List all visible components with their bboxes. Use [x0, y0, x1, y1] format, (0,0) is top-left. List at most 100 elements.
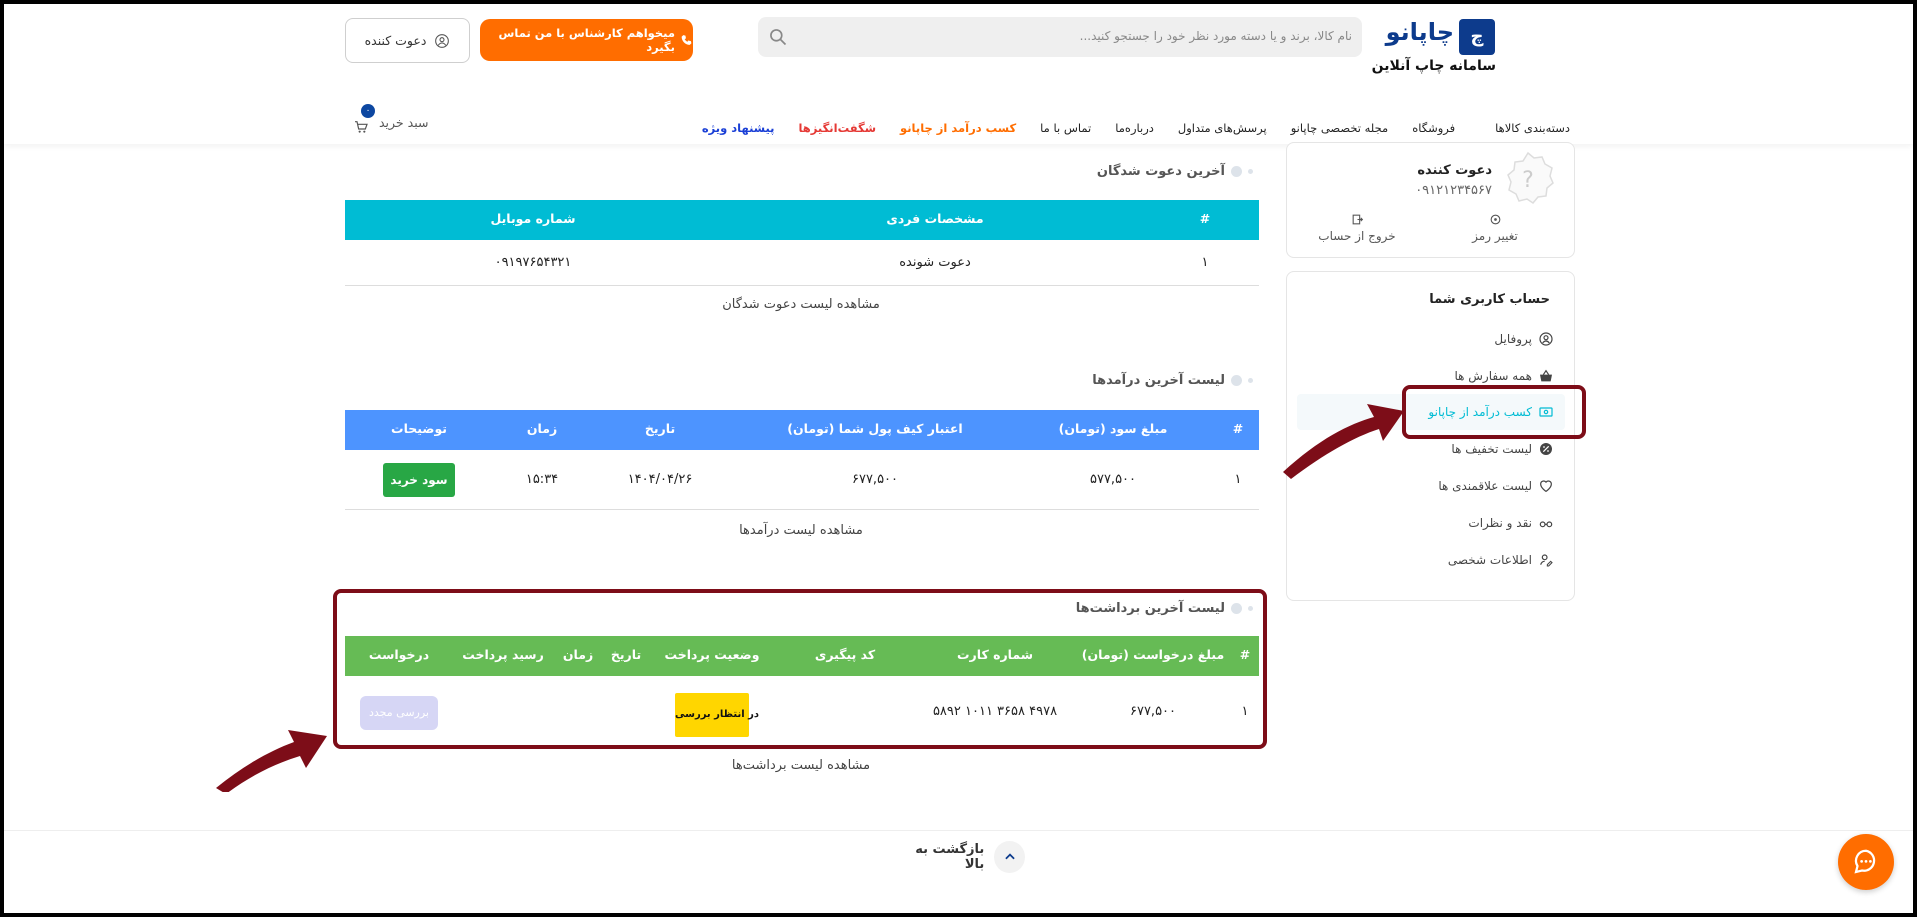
annotation-highlight-withdrawals [333, 589, 1267, 749]
call-me-button[interactable]: میخواهم کارشناس با من تماس بگیرد [480, 19, 693, 61]
back-to-top-button[interactable]: بازگشت به بالا [895, 840, 1025, 874]
section-dot [1248, 169, 1253, 174]
back-to-top-circle [994, 841, 1025, 873]
chevron-up-icon [1004, 853, 1015, 860]
svg-text:?: ? [1522, 168, 1534, 193]
profile-card: ? دعوت کننده ۰۹۱۲۱۲۳۴۵۶۷ تغییر رمز خروج … [1286, 142, 1575, 258]
invitee-name: دعوت شونده [899, 255, 971, 270]
nav-item[interactable]: مجله تخصصی چاپانو [1291, 121, 1388, 135]
annotation-highlight-menu-item [1402, 385, 1586, 439]
nav-item[interactable]: دسته‌بندی کالاها [1495, 121, 1570, 135]
row-index: ۱ [1234, 472, 1242, 487]
table-row: ۱ ۵۷۷,۵۰۰ ۶۷۷,۵۰۰ ۱۴۰۴/۰۴/۲۶ ۱۵:۳۴ سود خ… [345, 450, 1259, 510]
row-index: ۱ [1201, 255, 1209, 270]
menu-item-personal-info[interactable]: اطلاعات شخصی [1448, 549, 1554, 571]
logout-link[interactable]: خروج از حساب [1312, 213, 1402, 243]
annotation-arrow [216, 730, 327, 792]
invitees-title-text: آخرین دعوت شدگان [1096, 164, 1225, 179]
search-input[interactable]: نام کالا، برند و یا دسته مورد نظر خود را… [1080, 29, 1352, 43]
income-date: ۱۴۰۴/۰۴/۲۶ [627, 472, 693, 487]
menu-item-label: لیست تخفیف ها [1451, 442, 1532, 456]
user-circle-icon [1539, 332, 1553, 346]
call-me-label: میخواهم کارشناس با من تماس بگیرد [498, 26, 675, 54]
search-icon[interactable] [768, 27, 788, 47]
view-invitees-link[interactable]: مشاهده لیست دعوت شدگان [722, 297, 880, 312]
col-header: # [1232, 421, 1244, 436]
main-nav: دسته‌بندی کالاها فروشگاه مجله تخصصی چاپا… [702, 116, 1574, 140]
menu-item-profile[interactable]: پروفایل [1494, 328, 1554, 350]
cart-label: سبد خرید [379, 115, 429, 130]
phone-icon [681, 35, 692, 45]
back-to-top-label: بازگشت به بالا [915, 842, 985, 872]
glasses-icon [1539, 521, 1553, 528]
section-dot [1231, 375, 1242, 386]
nav-item[interactable]: کسب درآمد از چاپانو [900, 121, 1016, 135]
col-header: زمان [526, 421, 558, 436]
annotation-arrow [1283, 404, 1404, 479]
site-header: چ چاپانو سامانه چاپ آنلاین نام کالا، برن… [4, 4, 1913, 144]
menu-item-label: لیست علاقمندی ها [1438, 479, 1532, 493]
chat-button[interactable] [1838, 834, 1894, 890]
profile-name: دعوت کننده [1417, 163, 1492, 178]
col-header: تاریخ [644, 421, 676, 436]
discount-icon [1540, 443, 1552, 455]
change-password-link[interactable]: تغییر رمز [1460, 213, 1530, 243]
invitees-table-header: # مشخصات فردی شماره موبایل [345, 200, 1259, 240]
menu-item-reviews[interactable]: نقد و نظرات [1468, 512, 1554, 534]
invitee-mobile: ۰۹۱۹۷۶۵۴۳۲۱ [494, 255, 572, 270]
logo-mark[interactable]: چ [1459, 19, 1495, 55]
incomes-title-text: لیست آخرین درآمدها [1092, 373, 1225, 388]
logo-subtitle: سامانه چاپ آنلاین [1371, 58, 1496, 74]
profile-phone: ۰۹۱۲۱۲۳۴۵۶۷ [1415, 183, 1492, 198]
logout-label: خروج از حساب [1318, 229, 1396, 243]
basket-icon [1540, 369, 1552, 382]
inviter-button[interactable]: دعوت کننده [345, 18, 470, 63]
view-incomes-link[interactable]: مشاهده لیست درآمدها [739, 523, 863, 538]
logout-icon [1352, 214, 1363, 225]
incomes-table-header: # مبلغ سود (تومان) اعتبار کیف پول شما (ت… [345, 410, 1259, 450]
menu-item-orders[interactable]: همه سفارش ها [1454, 365, 1554, 387]
nav-item[interactable]: پیشنهاد ویژه [702, 121, 775, 135]
invitees-section-title: آخرین دعوت شدگان [1096, 164, 1253, 179]
browser-viewport: چ چاپانو سامانه چاپ آنلاین نام کالا، برن… [4, 4, 1913, 913]
heart-icon [1540, 480, 1552, 493]
account-menu-title: حساب کاربری شما [1429, 292, 1550, 307]
avatar: ? [1507, 151, 1554, 204]
change-password-label: تغییر رمز [1472, 229, 1518, 243]
logo-name[interactable]: چاپانو [1379, 18, 1454, 46]
footer-divider [4, 830, 1913, 831]
nav-item[interactable]: درباره‌ما [1115, 121, 1154, 135]
inviter-label: دعوت کننده [364, 33, 427, 48]
income-time: ۱۵:۳۴ [525, 472, 559, 487]
income-description-badge: سود خرید [383, 463, 455, 497]
incomes-section-title: لیست آخرین درآمدها [1092, 373, 1253, 388]
menu-item-label: پروفایل [1494, 332, 1532, 346]
col-header: # [1199, 211, 1211, 226]
cart-button[interactable]: سبد خرید ۰ [348, 104, 434, 134]
col-header: توضیحات [391, 421, 447, 436]
nav-item[interactable]: فروشگاه [1412, 121, 1455, 135]
menu-item-label: همه سفارش ها [1454, 369, 1532, 383]
user-edit-icon [1540, 554, 1553, 567]
col-header: اعتبار کیف پول شما (تومان) [787, 421, 963, 436]
col-header: مشخصات فردی [886, 211, 984, 226]
menu-item-label: نقد و نظرات [1468, 516, 1532, 530]
section-dot [1248, 378, 1253, 383]
menu-item-discounts[interactable]: لیست تخفیف ها [1451, 438, 1554, 460]
profit-amount: ۵۷۷,۵۰۰ [1089, 472, 1137, 487]
user-circle-icon [435, 33, 450, 48]
menu-item-wishlist[interactable]: لیست علاقمندی ها [1438, 475, 1554, 497]
col-header: شماره موبایل [490, 211, 576, 226]
search-box[interactable]: نام کالا، برند و یا دسته مورد نظر خود را… [758, 17, 1362, 57]
wallet-credit: ۶۷۷,۵۰۰ [851, 472, 899, 487]
nav-item[interactable]: پرسش‌های متداول [1178, 121, 1267, 135]
cart-icon [355, 121, 368, 133]
menu-item-label: اطلاعات شخصی [1447, 553, 1532, 567]
cart-count-badge: ۰ [361, 104, 375, 118]
nav-item[interactable]: تماس با ما [1040, 121, 1091, 135]
section-dot [1231, 166, 1242, 177]
chat-icon [1854, 849, 1876, 874]
nav-item[interactable]: شگفت‌انگیزها [798, 121, 876, 135]
view-withdrawals-link[interactable]: مشاهده لیست برداشت‌ها [732, 758, 870, 773]
lock-reset-icon [1490, 214, 1500, 225]
